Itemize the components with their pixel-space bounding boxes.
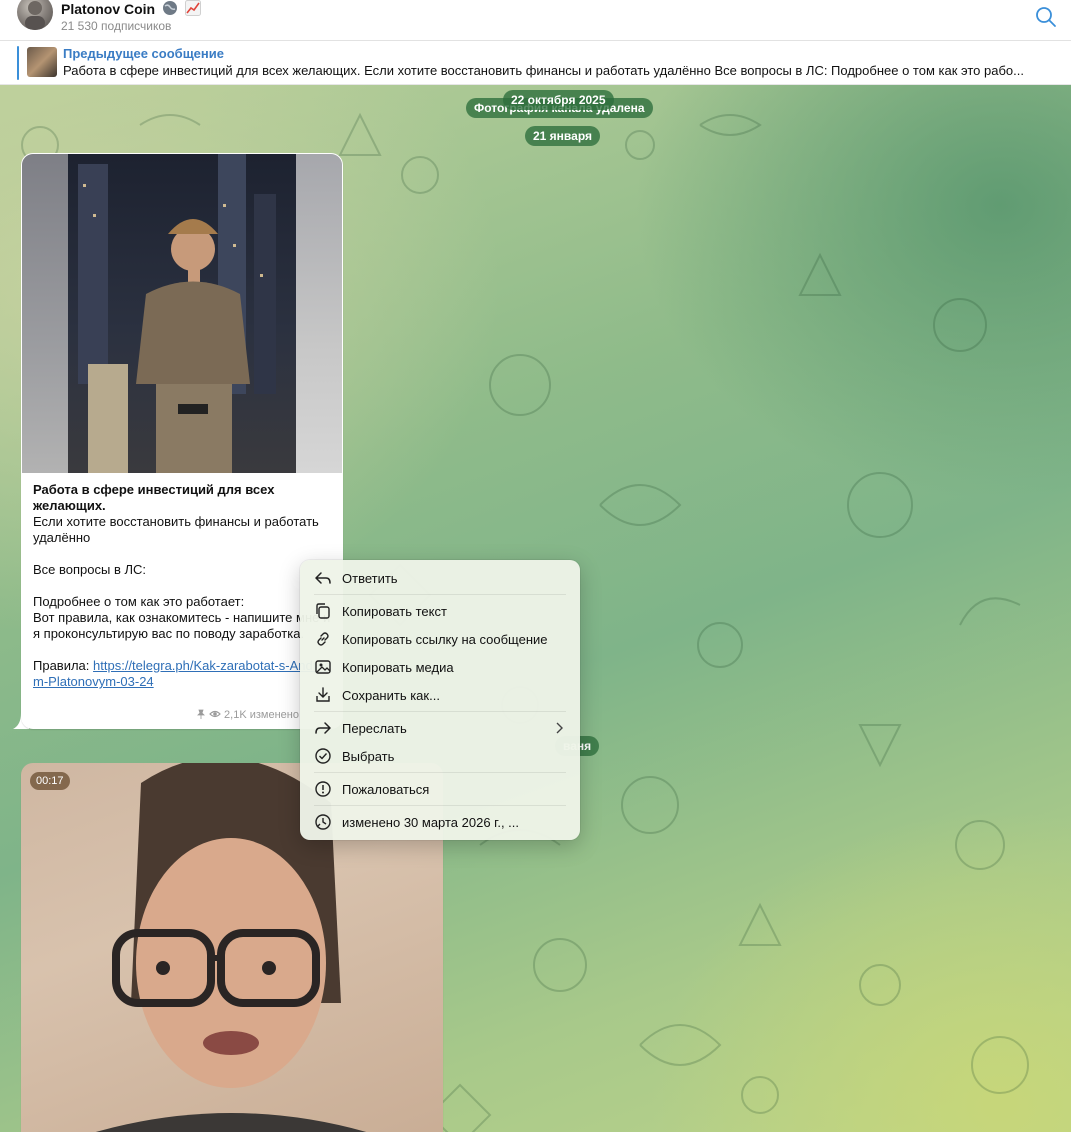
pinned-thumbnail [27, 47, 57, 77]
menu-item-edited-info[interactable]: изменено 30 марта 2026 г., ... [314, 809, 566, 835]
caption-line: Если хотите восстановить финансы и работ… [33, 514, 319, 545]
chart-up-icon [184, 0, 201, 16]
menu-item-report[interactable]: Пожаловаться [314, 776, 566, 802]
date-separator: 21 января [525, 126, 600, 146]
caption-line: Вот правила, как ознакомитесь - напишите… [33, 610, 331, 641]
caption-line: Подробнее о том как это работает: [33, 594, 245, 609]
message-meta: 2,1K изменено [196, 709, 299, 721]
copy-icon [316, 603, 330, 619]
globe-icon [163, 1, 178, 15]
download-icon [316, 687, 330, 702]
photo-blur-left [22, 154, 68, 473]
link-icon [317, 632, 329, 646]
photo-blur-right [296, 154, 342, 473]
warning-icon [315, 781, 331, 797]
menu-item-select[interactable]: Выбрать [314, 743, 566, 769]
post-caption: Работа в сфере инвестиций для всех желаю… [33, 482, 333, 690]
edited-label: изменено [249, 709, 299, 721]
view-count: 2,1K [224, 709, 247, 721]
pin-icon [196, 709, 205, 719]
channel-title[interactable]: Platonov Coin [61, 0, 201, 17]
search-icon[interactable] [1035, 6, 1057, 28]
context-menu: Ответить Копировать текст Копировать ссы… [300, 560, 580, 840]
clock-icon [315, 814, 331, 830]
rules-label: Правила: [33, 658, 90, 673]
menu-item-copy-text[interactable]: Копировать текст [314, 598, 566, 624]
menu-item-save-as[interactable]: Сохранить как... [314, 682, 566, 708]
forward-icon [315, 722, 331, 734]
subscriber-count: 21 530 подписчиков [61, 19, 172, 33]
pinned-indicator [17, 46, 19, 80]
pinned-title: Предыдущее сообщение [63, 46, 224, 61]
caption-line: Все вопросы в ЛС: [33, 562, 147, 577]
date-separator: 22 октября 2025 [503, 90, 614, 110]
post-photo[interactable] [22, 154, 342, 473]
chevron-right-icon [556, 722, 563, 734]
caption-title: Работа в сфере инвестиций для всех желаю… [33, 482, 275, 513]
check-circle-icon [315, 748, 331, 764]
channel-post[interactable]: Работа в сфере инвестиций для всех желаю… [21, 153, 343, 729]
eye-icon [209, 710, 221, 718]
menu-item-copy-link[interactable]: Копировать ссылку на сообщение [314, 626, 566, 652]
image-icon [315, 660, 331, 674]
video-duration: 00:17 [30, 772, 70, 790]
reply-icon [315, 572, 331, 584]
chat-area[interactable]: Фотография канала удалена 22 октября 202… [0, 85, 1071, 1132]
pinned-message-bar[interactable]: Предыдущее сообщение Работа в сфере инве… [0, 41, 1071, 85]
menu-item-forward[interactable]: Переслать [314, 715, 566, 741]
menu-item-copy-media[interactable]: Копировать медиа [314, 654, 566, 680]
channel-avatar[interactable] [17, 0, 53, 30]
menu-item-reply[interactable]: Ответить [314, 565, 566, 591]
photo-image [68, 154, 296, 473]
chat-header: Platonov Coin 21 530 подписчиков [0, 0, 1071, 41]
pinned-text: Работа в сфере инвестиций для всех желаю… [63, 63, 1024, 78]
